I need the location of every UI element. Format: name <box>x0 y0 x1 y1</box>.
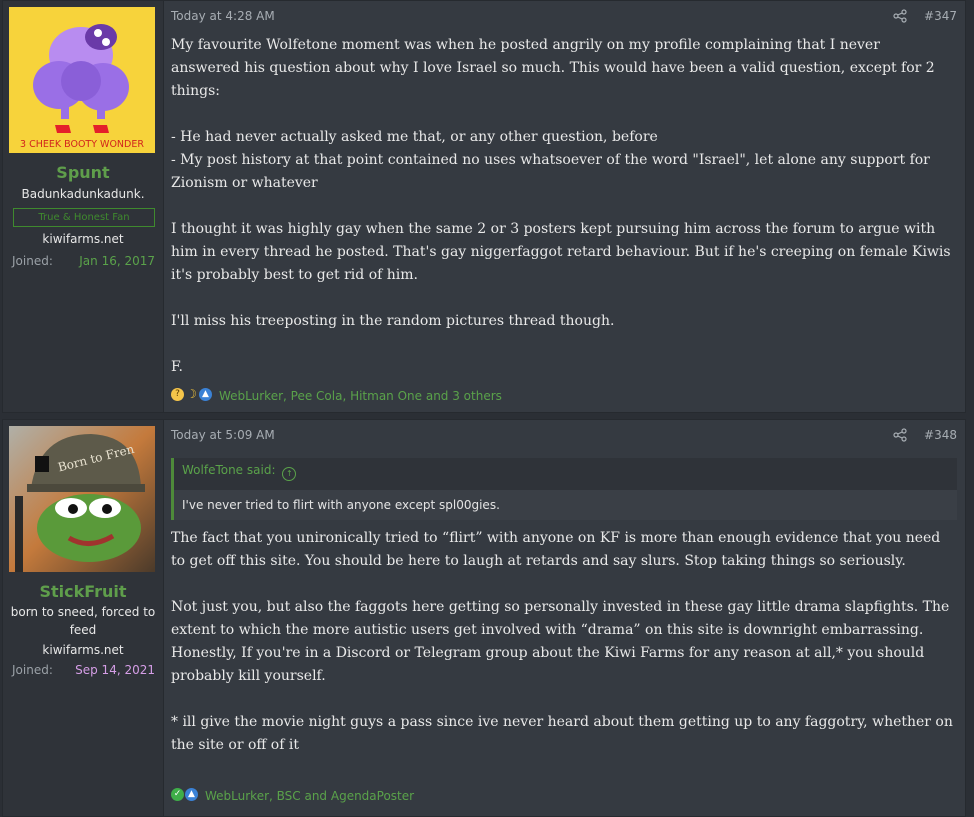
quote-header[interactable]: WolfeTone said: ↑ <box>182 463 297 481</box>
post-paragraph: * ill give the movie night guys a pass s… <box>171 714 953 753</box>
reaction-users[interactable]: WebLurker, BSC and AgendaPoster <box>205 789 414 803</box>
user-title: born to sneed, forced to feed <box>10 605 156 637</box>
checkmark-icon: ✓ <box>171 788 184 801</box>
post-paragraph: The fact that you unironically tried to … <box>171 530 941 569</box>
user-banner: True & Honest Fan <box>13 208 155 227</box>
reaction-icons[interactable]: ? ☽ ▲ <box>171 388 213 404</box>
post-meta: Today at 5:09 AM #348 <box>171 428 957 444</box>
post-body: My favourite Wolfetone moment was when h… <box>171 34 953 379</box>
thumbs-up-icon: ▲ <box>185 788 198 801</box>
user-site: kiwifarms.net <box>42 232 124 246</box>
post-paragraph: Not just you, but also the faggots here … <box>171 599 950 684</box>
quote-text: I've never tried to flirt with anyone ex… <box>174 490 957 520</box>
username[interactable]: Spunt <box>3 163 163 182</box>
arrow-up-circle-icon[interactable]: ↑ <box>282 467 297 481</box>
reactions-bar: ? ☽ ▲ WebLurker, Pee Cola, Hitman One and … <box>171 388 957 406</box>
reaction-users[interactable]: WebLurker, Pee Cola, Hitman One and 3 ot… <box>219 389 502 403</box>
post-main: Today at 5:09 AM #348 WolfeTone said: ↑ … <box>171 420 957 816</box>
avatar[interactable]: 3 CHEEK BOOTY WONDER <box>9 7 155 153</box>
post-paragraph: - He had never actually asked me that, o… <box>171 129 930 191</box>
username[interactable]: StickFruit <box>3 582 163 601</box>
post-paragraph: I thought it was highly gay when the sam… <box>171 221 951 283</box>
joined-label: Joined: <box>12 254 53 268</box>
post-347: 3 CHEEK BOOTY WONDER Spunt Badunkadunkad… <box>2 0 966 413</box>
avatar-caption: 3 CHEEK BOOTY WONDER <box>20 139 144 150</box>
joined-date: Jan 16, 2017 <box>79 254 155 268</box>
post-main: Today at 4:28 AM #347 My favourite Wolfe… <box>171 1 957 412</box>
joined-label: Joined: <box>12 663 53 677</box>
post-number[interactable]: #348 <box>924 428 957 442</box>
user-sidebar: 3 CHEEK BOOTY WONDER Spunt Badunkadunkad… <box>3 1 164 412</box>
user-title: Badunkadunkadunk. <box>21 187 145 201</box>
reaction-icons[interactable]: ✓ ▲ <box>171 788 199 804</box>
post-paragraph: F. <box>171 359 183 375</box>
avatar-image: 3 CHEEK BOOTY WONDER <box>9 7 155 153</box>
share-icon[interactable] <box>893 428 907 442</box>
thumbs-up-icon: ▲ <box>199 388 212 401</box>
avatar[interactable]: Born to Fren <box>9 426 155 572</box>
quote-author[interactable]: WolfeTone said: <box>182 463 275 477</box>
post-meta: Today at 4:28 AM #347 <box>171 9 957 25</box>
post-time[interactable]: Today at 4:28 AM <box>171 9 275 23</box>
avatar-image: Born to Fren <box>9 426 155 572</box>
joined-date: Sep 14, 2021 <box>75 663 155 677</box>
moon-icon: ☽ <box>186 387 197 401</box>
post-paragraph: I'll miss his treeposting in the random … <box>171 313 615 329</box>
reactions-bar: ✓ ▲ WebLurker, BSC and AgendaPoster <box>171 788 957 806</box>
thinking-emoji-icon: ? <box>171 388 184 401</box>
post-number[interactable]: #347 <box>924 9 957 23</box>
post-time[interactable]: Today at 5:09 AM <box>171 428 275 442</box>
post-body: The fact that you unironically tried to … <box>171 527 953 757</box>
quote-block: WolfeTone said: ↑ I've never tried to fl… <box>171 458 957 520</box>
user-site: kiwifarms.net <box>42 643 124 657</box>
user-sidebar: Born to Fren StickFruit born to sneed, f… <box>3 420 164 816</box>
share-icon[interactable] <box>893 9 907 23</box>
post-paragraph: My favourite Wolfetone moment was when h… <box>171 37 935 99</box>
post-348: Born to Fren StickFruit born to sneed, f… <box>2 419 966 817</box>
